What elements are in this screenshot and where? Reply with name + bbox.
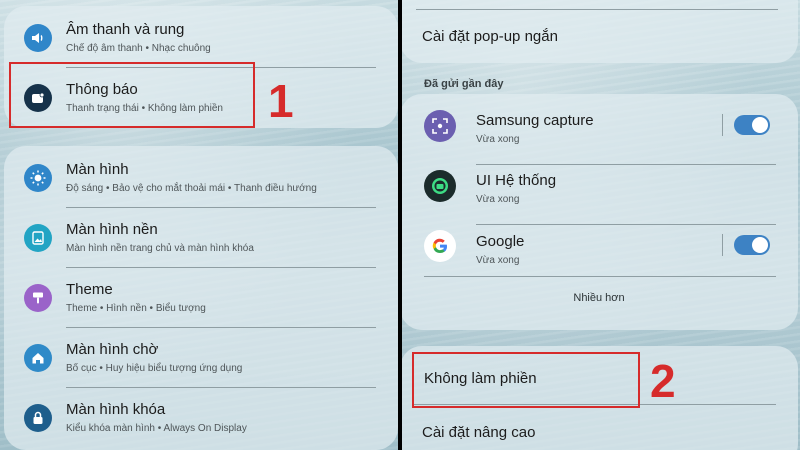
settings-item-subtitle: Độ sáng • Bảo vệ cho mắt thoải mái • Tha…: [66, 183, 317, 194]
settings-item-display[interactable]: Màn hình Độ sáng • Bảo vệ cho mắt thoải …: [4, 148, 398, 208]
app-name: UI Hệ thống: [476, 172, 557, 189]
settings-item-title: Theme: [66, 281, 113, 298]
settings-item-sound[interactable]: Âm thanh và rung Chế độ âm thanh • Nhạc …: [4, 8, 398, 68]
settings-item-wallpaper[interactable]: Màn hình nền Màn hình nền trang chủ và m…: [4, 208, 398, 268]
step-number-2: 2: [650, 355, 676, 407]
display-settings-card: Màn hình Độ sáng • Bảo vệ cho mắt thoải …: [4, 146, 398, 450]
toggle-separator: [722, 114, 723, 136]
settings-item-home-screen[interactable]: Màn hình chờ Bố cục • Huy hiệu biểu tượn…: [4, 328, 398, 388]
settings-item-title: Âm thanh và rung: [66, 21, 185, 38]
app-time: Vừa xong: [476, 134, 520, 145]
android-system-icon: [424, 170, 456, 202]
divider: [424, 276, 776, 277]
recent-apps-card: Samsung capture Vừa xong UI Hệ thống Vừa…: [402, 94, 798, 330]
settings-item-subtitle: Bố cục • Huy hiệu biểu tượng ứng dụng: [66, 363, 243, 374]
divider: [416, 9, 778, 10]
advanced-settings-item[interactable]: Cài đặt nâng cao: [422, 424, 535, 441]
settings-item-title: Màn hình khóa: [66, 401, 166, 418]
settings-item-subtitle: Theme • Hình nền • Biểu tượng: [66, 303, 206, 314]
google-toggle[interactable]: [734, 235, 770, 255]
settings-item-title: Màn hình: [66, 161, 129, 178]
google-icon: [424, 230, 456, 262]
lock-icon: [24, 404, 52, 432]
settings-item-theme[interactable]: Theme Theme • Hình nền • Biểu tượng: [4, 268, 398, 328]
recent-app-samsung-capture[interactable]: Samsung capture Vừa xong: [402, 106, 798, 162]
toggle-separator: [722, 234, 723, 256]
app-name: Google: [476, 233, 525, 250]
app-time: Vừa xong: [476, 194, 520, 205]
samsung-capture-toggle[interactable]: [734, 115, 770, 135]
samsung-capture-icon: [424, 110, 456, 142]
settings-item-title: Màn hình nền: [66, 221, 158, 238]
wallpaper-icon: [24, 224, 52, 252]
popup-setting-item[interactable]: Cài đặt pop-up ngắn: [422, 28, 558, 45]
settings-item-lock-screen[interactable]: Màn hình khóa Kiểu khóa màn hình • Alway…: [4, 388, 398, 448]
app-time: Vừa xong: [476, 255, 520, 266]
settings-item-subtitle: Kiểu khóa màn hình • Always On Display: [66, 423, 247, 434]
settings-item-subtitle: Chế độ âm thanh • Nhạc chuông: [66, 43, 211, 54]
notifications-panel: Cài đặt pop-up ngắn Đã gửi gần đây Samsu…: [402, 0, 800, 450]
home-icon: [24, 344, 52, 372]
highlight-box-dnd: [412, 352, 640, 408]
recent-app-system-ui[interactable]: UI Hệ thống Vừa xong: [402, 166, 798, 222]
settings-item-subtitle: Màn hình nền trang chủ và màn hình khóa: [66, 243, 254, 254]
recent-section-label: Đã gửi gần đây: [424, 78, 504, 90]
highlight-box-notifications: [9, 62, 255, 128]
volume-icon: [24, 24, 52, 52]
settings-item-title: Màn hình chờ: [66, 341, 159, 358]
divider: [476, 164, 776, 165]
settings-main-panel: Âm thanh và rung Chế độ âm thanh • Nhạc …: [0, 0, 398, 450]
divider: [476, 224, 776, 225]
step-number-1: 1: [268, 75, 294, 127]
more-button[interactable]: Nhiều hơn: [402, 292, 798, 304]
app-name: Samsung capture: [476, 112, 594, 129]
paint-brush-icon: [24, 284, 52, 312]
brightness-icon: [24, 164, 52, 192]
